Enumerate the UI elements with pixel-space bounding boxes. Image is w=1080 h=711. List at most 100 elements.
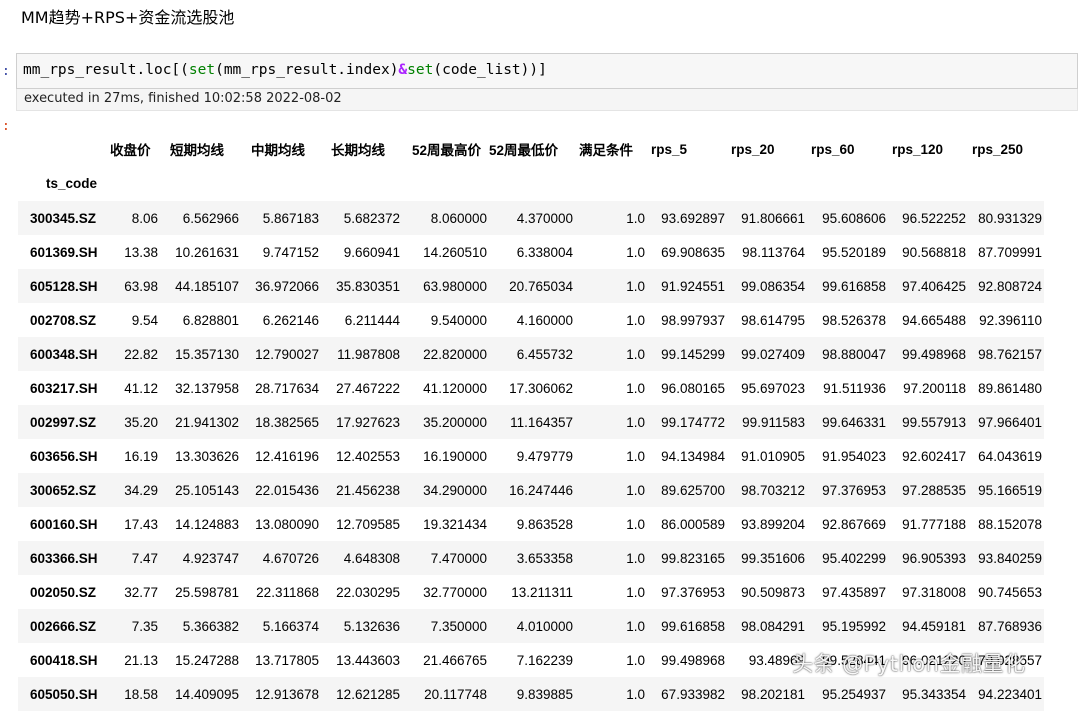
table-cell: 4.648308 <box>343 550 400 566</box>
table-row: 300652.SZ 34.29 25.105143 22.015436 21.45623… <box>18 473 1044 507</box>
column-header: rps_120 <box>892 141 944 157</box>
table-cell: 41.12 <box>124 380 158 396</box>
table-row: 603366.SH 7.47 4.923747 4.670726 4.648308 7.4… <box>18 541 1044 575</box>
table-cell: 99.823165 <box>661 550 725 566</box>
table-cell: 6.338004 <box>516 244 573 260</box>
index-row-blank <box>489 166 575 201</box>
table-cell: 9.839885 <box>516 686 573 702</box>
table-cell: 35.830351 <box>336 278 400 294</box>
table-cell: 35.20 <box>124 414 158 430</box>
table-cell: 94.223401 <box>978 686 1042 702</box>
header-blank <box>18 132 110 166</box>
table-cell: 98.614795 <box>741 312 805 328</box>
table-cell: 20.765034 <box>509 278 573 294</box>
table-cell: 93.692897 <box>661 210 725 226</box>
table-cell: 34.29 <box>124 482 158 498</box>
table-cell: 1.0 <box>626 584 645 600</box>
table-cell: 12.402553 <box>336 448 400 464</box>
code-cell[interactable]: mm_rps_result.loc[(set(mm_rps_result.ind… <box>16 53 1078 89</box>
table-cell: 7.35 <box>131 618 158 634</box>
table-cell: 21.466765 <box>423 652 487 668</box>
table-cell: 21.13 <box>124 652 158 668</box>
table-cell: 99.498968 <box>902 346 966 362</box>
table-cell: 98.526378 <box>822 312 886 328</box>
table-cell: 14.124883 <box>175 516 239 532</box>
table-cell: 95.195992 <box>822 618 886 634</box>
index-row-blank <box>110 166 160 201</box>
table-cell: 1.0 <box>626 686 645 702</box>
table-cell: 4.370000 <box>516 210 573 226</box>
table-cell: 95.166519 <box>978 482 1042 498</box>
column-header: 满足条件 <box>579 143 633 158</box>
index-name: ts_code <box>46 176 98 191</box>
table-cell: 22.030295 <box>336 584 400 600</box>
table-cell: 89.625700 <box>661 482 725 498</box>
table-cell: 6.262146 <box>262 312 319 328</box>
table-cell: 10.261631 <box>175 244 239 260</box>
table-row: 002708.SZ 9.54 6.828801 6.262146 6.211444 9.5… <box>18 303 1044 337</box>
table-cell: 7.470000 <box>430 550 487 566</box>
table-cell: 93.840259 <box>978 550 1042 566</box>
table-row: 002997.SZ 35.20 21.941302 18.382565 17.92762… <box>18 405 1044 439</box>
table-cell: 14.409095 <box>175 686 239 702</box>
table-cell: 44.185107 <box>175 278 239 294</box>
table-row: 002050.SZ 32.77 25.598781 22.311868 22.03029… <box>18 575 1044 609</box>
table-cell: 97.200118 <box>903 380 966 396</box>
table-cell: 92.867669 <box>822 516 886 532</box>
table-cell: 98.202181 <box>741 686 805 702</box>
table-cell: 90.745653 <box>978 584 1042 600</box>
table-cell: 16.247446 <box>509 482 573 498</box>
table-cell: 7.162239 <box>516 652 573 668</box>
table-cell: 88.152078 <box>978 516 1042 532</box>
table-cell: 13.717805 <box>255 652 319 668</box>
table-cell: 99.646331 <box>822 414 886 430</box>
table-cell: 27.467222 <box>336 380 400 396</box>
table-cell: 97.376953 <box>822 482 886 498</box>
index-row-blank <box>402 166 489 201</box>
row-index: 600160.SH <box>30 516 98 532</box>
table-cell: 95.608606 <box>822 210 886 226</box>
table-cell: 1.0 <box>626 482 645 498</box>
table-cell: 5.366382 <box>182 618 239 634</box>
table-cell: 12.913678 <box>255 686 319 702</box>
index-name-row: ts_code <box>18 166 1044 201</box>
table-cell: 99.616858 <box>822 278 886 294</box>
table-cell: 25.598781 <box>175 584 239 600</box>
code-bracket-close: )] <box>529 62 547 78</box>
column-header: 中期均线 <box>251 143 305 158</box>
table-cell: 9.747152 <box>262 244 319 260</box>
table-cell: 97.288535 <box>902 482 966 498</box>
table-cell: 8.060000 <box>430 210 487 226</box>
column-header: rps_20 <box>731 141 775 157</box>
table-cell: 13.211311 <box>511 584 573 600</box>
table-cell: 12.709585 <box>336 516 400 532</box>
table-cell: 32.77 <box>124 584 158 600</box>
table-cell: 22.015436 <box>255 482 319 498</box>
table-cell: 91.924551 <box>661 278 725 294</box>
index-row-blank <box>647 166 727 201</box>
table-cell: 92.602417 <box>902 448 966 464</box>
table-cell: 22.820000 <box>423 346 487 362</box>
row-index: 600418.SH <box>30 652 98 668</box>
row-index: 605050.SH <box>30 686 98 702</box>
table-cell: 21.941302 <box>175 414 239 430</box>
table-cell: 94.459181 <box>902 618 966 634</box>
table-cell: 1.0 <box>626 448 645 464</box>
table-cell: 7.47 <box>131 550 158 566</box>
column-header: rps_60 <box>811 141 855 157</box>
column-header: 收盘价 <box>110 143 151 158</box>
table-cell: 1.0 <box>626 652 645 668</box>
table-cell: 32.137958 <box>175 380 239 396</box>
table-cell: 91.777188 <box>902 516 966 532</box>
table-cell: 98.880047 <box>822 346 886 362</box>
table-row: 605050.SH 18.58 14.409095 12.913678 12.62128… <box>18 677 1044 711</box>
index-row-blank <box>968 166 1044 201</box>
table-cell: 11.987808 <box>337 346 400 362</box>
table-cell: 15.247288 <box>175 652 239 668</box>
table-cell: 5.166374 <box>262 618 319 634</box>
table-row: 002666.SZ 7.35 5.366382 5.166374 5.132636 7.3… <box>18 609 1044 643</box>
table-cell: 97.318008 <box>902 584 966 600</box>
column-header: rps_250 <box>972 141 1024 157</box>
column-header: 52周最高价 <box>412 143 482 158</box>
table-cell: 98.762157 <box>978 346 1042 362</box>
